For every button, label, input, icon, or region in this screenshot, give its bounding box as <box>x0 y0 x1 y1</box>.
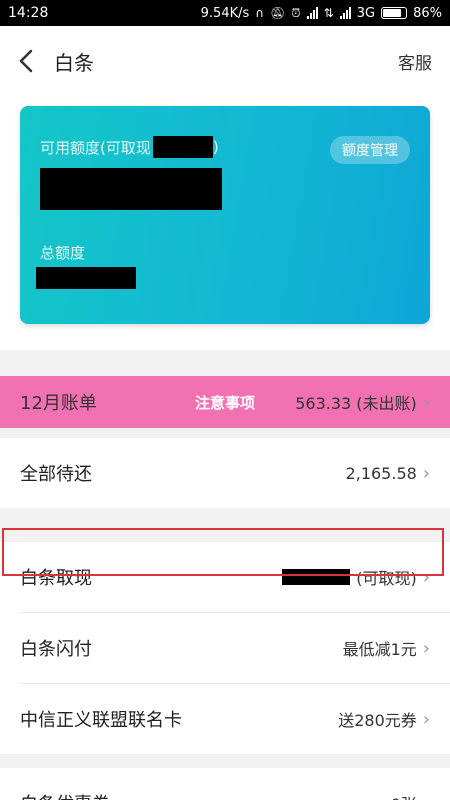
bill-label: 12月账单 <box>20 393 97 414</box>
flash-pay-value: 最低减1元 <box>342 640 417 659</box>
redacted-total-credit <box>36 267 136 289</box>
section-gap <box>0 508 450 542</box>
signal-icon-secondary <box>339 7 351 19</box>
credit-management-button[interactable]: 额度管理 <box>330 136 410 164</box>
monthly-bill-row[interactable]: 12月账单 注意事项 563.33 (未出账) › <box>0 376 450 428</box>
customer-service-link[interactable]: 客服 <box>398 49 432 74</box>
status-bar: 14:28 9.54K/s ∩ 🔕︎ ⏰︎ ⇅ 3G 86% <box>0 0 450 26</box>
all-due-label: 全部待还 <box>20 464 92 485</box>
nav-bar: 白条 客服 <box>0 26 450 96</box>
flash-pay-label: 白条闪付 <box>20 639 92 660</box>
card-section: 可用额度(可取现 ) 额度管理 总额度 <box>0 96 450 350</box>
alarm-icon: ⏰︎ <box>291 5 301 20</box>
all-due-row[interactable]: 全部待还 2,165.58 › <box>0 438 450 508</box>
section-gap <box>0 754 450 768</box>
all-due-value: 2,165.58 <box>345 463 417 483</box>
section-gap <box>0 428 450 438</box>
page-title: 白条 <box>54 50 94 75</box>
coupon-label: 白条优惠券 <box>20 790 110 800</box>
chevron-right-icon: › <box>422 566 430 588</box>
bill-value: 563.33 (未出账) <box>295 394 417 413</box>
mute-icon: 🔕︎ <box>270 6 286 20</box>
battery-percent: 86% <box>413 5 442 21</box>
coupon-row[interactable]: 白条优惠券 0张 › <box>0 768 450 800</box>
cash-withdraw-label: 白条取现 <box>20 568 92 589</box>
signal-icon <box>306 7 318 19</box>
redacted-cash-amount <box>282 569 351 585</box>
coupon-value: 0张 <box>391 791 417 800</box>
notice-label: 注意事项 <box>194 393 256 412</box>
battery-icon <box>381 7 408 19</box>
cash-withdraw-row[interactable]: 白条取现 (可取现) › <box>0 542 450 612</box>
network-type: 3G <box>356 5 376 21</box>
available-label-suffix: ) <box>212 138 219 156</box>
citic-card-row[interactable]: 中信正义联盟联名卡 送280元券 › <box>0 684 450 754</box>
section-gap <box>0 350 450 376</box>
chevron-left-icon[interactable] <box>18 49 34 73</box>
network-speed: 9.54K/s <box>200 5 250 21</box>
cash-withdraw-suffix: (可取现) <box>356 569 417 588</box>
chevron-right-icon: › <box>423 793 430 800</box>
data-transfer-icon: ⇅ <box>323 6 334 20</box>
services-list: 白条取现 (可取现) › 白条闪付 最低减1元 › 中信正义联盟联名卡 送280… <box>0 542 450 754</box>
available-label-prefix: 可用额度(可取现 <box>40 138 151 157</box>
redacted-available-credit <box>40 168 222 210</box>
chevron-right-icon: › <box>422 462 430 484</box>
citic-card-value: 送280元券 <box>338 711 417 730</box>
credit-card: 可用额度(可取现 ) 额度管理 总额度 <box>20 106 430 324</box>
chevron-right-icon: › <box>422 391 430 413</box>
chevron-right-icon: › <box>422 708 430 730</box>
headphones-icon: ∩ <box>255 6 265 20</box>
total-credit-label: 总额度 <box>40 244 86 262</box>
citic-card-label: 中信正义联盟联名卡 <box>20 710 182 731</box>
chevron-right-icon: › <box>422 637 430 659</box>
redacted-available-cash <box>152 136 213 158</box>
status-indicators: 9.54K/s ∩ 🔕︎ ⏰︎ ⇅ 3G 86% <box>201 6 442 21</box>
flash-pay-row[interactable]: 白条闪付 最低减1元 › <box>0 613 450 683</box>
status-time: 14:28 <box>8 5 49 21</box>
